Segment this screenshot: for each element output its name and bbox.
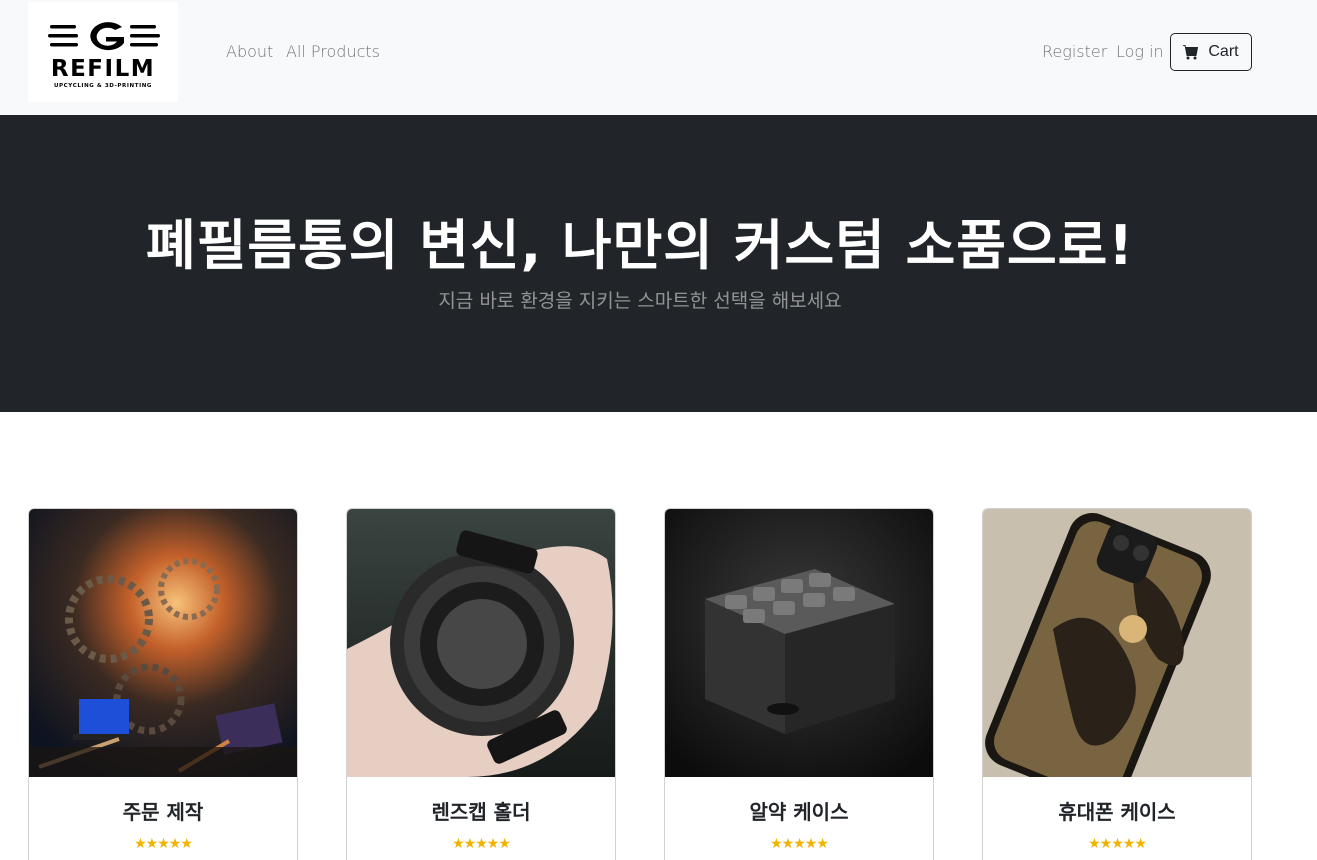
rating-stars: ★★★★★ <box>452 836 511 852</box>
nav-register-link[interactable]: Register <box>1042 42 1107 62</box>
product-card-pill-case[interactable]: 알약 케이스 ★★★★★ <box>664 508 934 860</box>
product-card-custom-order[interactable]: 주문 제작 ★★★★★ <box>28 508 298 860</box>
product-card-lens-cap-holder[interactable]: 렌즈캡 홀더 ★★★★★ <box>346 508 616 860</box>
brand-name: REFILM <box>50 56 156 82</box>
product-image-pill-case <box>665 509 933 777</box>
product-name: 렌즈캡 홀더 <box>431 800 531 824</box>
rating-stars: ★★★★★ <box>134 836 193 852</box>
nav-about-link[interactable]: About <box>226 42 273 62</box>
brand-tagline: UPCYCLING & 3D-PRINTING <box>53 83 153 89</box>
hero-title: 폐필름통의 변신, 나만의 커스텀 소품으로! <box>146 214 1134 277</box>
product-name: 알약 케이스 <box>749 800 849 824</box>
product-name: 주문 제작 <box>122 800 204 824</box>
cart-icon <box>1183 45 1199 60</box>
product-image-lens-cap-holder <box>347 509 615 777</box>
product-card-phone-case[interactable]: 휴대폰 케이스 ★★★★★ <box>982 508 1252 860</box>
nav-login-link[interactable]: Log in <box>1116 42 1164 62</box>
cart-button[interactable]: Cart <box>1170 33 1252 71</box>
hero-subtitle: 지금 바로 환경을 지키는 스마트한 선택을 해보세요 <box>438 290 842 312</box>
navbar: REFILM UPCYCLING & 3D-PRINTING About All… <box>0 0 1317 115</box>
hero-section: 폐필름통의 변신, 나만의 커스텀 소품으로! 지금 바로 환경을 지키는 스마… <box>0 115 1317 412</box>
product-name: 휴대폰 케이스 <box>1058 800 1176 824</box>
nav-all-products-link[interactable]: All Products <box>286 42 380 62</box>
rating-stars: ★★★★★ <box>770 836 829 852</box>
product-image-custom-order <box>29 509 297 777</box>
product-image-phone-case <box>983 509 1251 777</box>
cart-label: Cart <box>1208 43 1239 60</box>
brand-logo[interactable]: REFILM UPCYCLING & 3D-PRINTING <box>28 2 178 102</box>
rating-stars: ★★★★★ <box>1088 836 1147 852</box>
refilm-logo-mark <box>48 22 160 51</box>
